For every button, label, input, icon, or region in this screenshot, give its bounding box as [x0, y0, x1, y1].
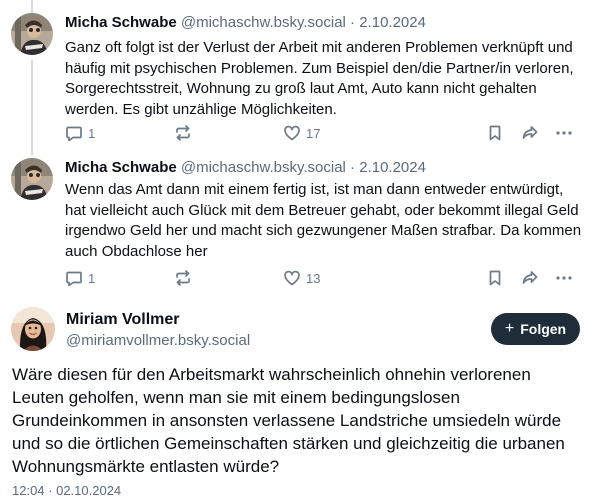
reply-button[interactable]: 1 [65, 123, 95, 143]
avatar[interactable] [11, 13, 53, 55]
follow-label: Folgen [520, 321, 567, 337]
repost-icon [174, 269, 192, 287]
main-post-text: Wäre diesen für den Arbeitsmarkt wahrsch… [12, 365, 565, 476]
plus-icon: + [504, 320, 515, 337]
author-name[interactable]: Micha Schwabe [65, 159, 177, 176]
like-count: 17 [306, 125, 321, 141]
avatar[interactable] [11, 158, 53, 200]
post-text: Ganz oft folgt ist der Verlust der Arbei… [65, 39, 574, 118]
avatar[interactable] [11, 307, 55, 351]
reply-count: 1 [88, 270, 96, 286]
bookmark-button[interactable] [486, 268, 504, 288]
reply-count: 1 [88, 125, 96, 141]
reply-button[interactable]: 1 [65, 268, 95, 288]
share-button[interactable] [521, 123, 539, 143]
thread-post[interactable]: Micha Schwabe @michaschw.bsky.social · 2… [0, 0, 597, 150]
share-icon [521, 124, 539, 142]
author-name[interactable]: Micha Schwabe [65, 14, 177, 31]
post-date[interactable]: 2.10.2024 [359, 14, 426, 31]
reply-icon [65, 269, 83, 287]
thread-post[interactable]: Micha Schwabe @michaschw.bsky.social · 2… [0, 150, 597, 296]
separator: · [350, 14, 356, 31]
separator: · [350, 159, 356, 176]
share-button[interactable] [521, 268, 539, 288]
author-handle[interactable]: @michaschw.bsky.social [181, 159, 346, 176]
like-button[interactable]: 13 [283, 268, 320, 288]
post-actions: 1 17 [65, 123, 585, 143]
repost-button[interactable] [174, 268, 192, 288]
more-icon [555, 124, 573, 142]
post-header: Micha Schwabe @michaschw.bsky.social · 2… [65, 13, 426, 33]
repost-button[interactable] [174, 123, 192, 143]
more-icon [555, 269, 573, 287]
more-button[interactable] [555, 123, 573, 143]
bookmark-icon [486, 124, 504, 142]
author-handle[interactable]: @miriamvollmer.bsky.social [66, 331, 250, 351]
post-text: Wenn das Amt dann mit einem fertig ist, … [65, 181, 582, 260]
heart-icon [283, 124, 301, 142]
like-button[interactable]: 17 [283, 123, 320, 143]
post-actions: 1 13 [65, 268, 585, 288]
more-button[interactable] [555, 268, 573, 288]
reply-icon [65, 124, 83, 142]
post-timestamp[interactable]: 12:04 · 02.10.2024 [12, 483, 121, 499]
author-name[interactable]: Miriam Vollmer [66, 310, 180, 330]
bookmark-button[interactable] [486, 123, 504, 143]
heart-icon [283, 269, 301, 287]
bookmark-icon [486, 269, 504, 287]
repost-icon [174, 124, 192, 142]
author-handle[interactable]: @michaschw.bsky.social [181, 14, 346, 31]
post-header: Micha Schwabe @michaschw.bsky.social · 2… [65, 158, 426, 178]
share-icon [521, 269, 539, 287]
post-date[interactable]: 2.10.2024 [359, 159, 426, 176]
follow-button[interactable]: + Folgen [491, 313, 580, 345]
like-count: 13 [306, 270, 321, 286]
